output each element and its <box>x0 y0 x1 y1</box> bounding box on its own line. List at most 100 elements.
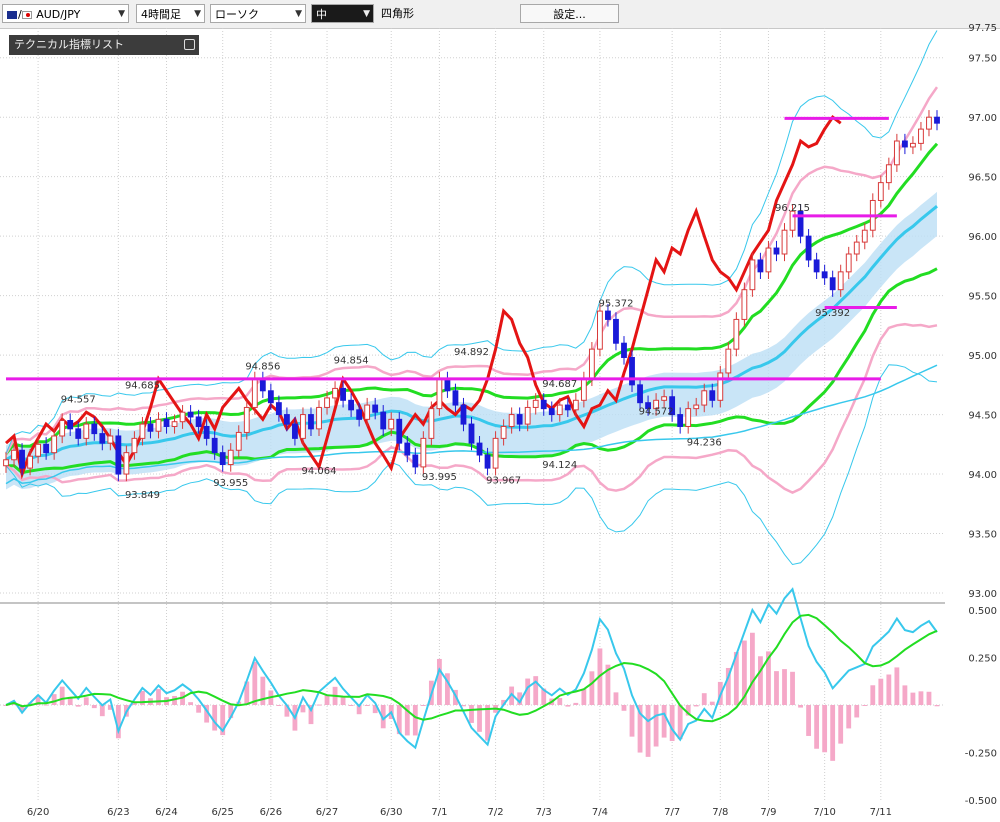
candle-body <box>211 437 218 454</box>
osc-histogram-bar <box>260 676 266 705</box>
candle-body <box>901 140 908 148</box>
candle-body <box>556 404 563 416</box>
osc-histogram-bar <box>364 705 370 706</box>
candle-body <box>195 416 202 427</box>
osc-histogram-bar <box>565 705 571 707</box>
osc-histogram-bar <box>573 702 579 705</box>
price-tick-label: 95.00 <box>968 351 997 362</box>
indicator-list-title: テクニカル指標リスト <box>14 38 124 51</box>
osc-histogram-bar <box>902 685 908 705</box>
candle-body <box>661 396 668 401</box>
candle-body <box>693 404 700 410</box>
osc-histogram-bar <box>621 705 627 711</box>
osc-histogram-bar <box>420 705 426 706</box>
horizontal-lines[interactable] <box>6 116 897 381</box>
candle-body <box>580 378 587 401</box>
candle-body <box>829 277 836 291</box>
indicator-list-panel[interactable]: テクニカル指標リスト <box>9 35 199 55</box>
price-label: 93.995 <box>422 472 457 483</box>
price-label: 95.392 <box>815 308 850 319</box>
price-axis: 97.50 97.00 96.50 96.00 95.50 95.00 94.50 94.00… <box>968 23 997 600</box>
osc-histogram-bar <box>653 705 659 747</box>
candle-body <box>781 229 788 255</box>
candle-body <box>564 404 571 411</box>
candle-body <box>428 408 435 439</box>
candle-body <box>332 387 338 399</box>
candle-body <box>348 399 355 411</box>
candle-body <box>364 404 371 420</box>
candle-body <box>548 408 555 416</box>
price-label: 94.064 <box>302 466 337 477</box>
osc-histogram-bar <box>43 704 49 706</box>
candle-body <box>115 435 122 475</box>
candle-body <box>893 140 900 166</box>
osc-histogram-bar <box>854 705 860 718</box>
candle-body <box>380 411 387 430</box>
osc-histogram-bar <box>629 705 635 737</box>
candle-body <box>845 253 852 273</box>
candle-body <box>155 418 162 432</box>
date-tick-label: 6/27 <box>316 807 338 818</box>
candle-body <box>131 437 138 454</box>
candle-body <box>412 454 419 468</box>
osc-histogram-bar <box>59 686 65 705</box>
candle-body <box>516 414 523 425</box>
date-axis: 6/20 6/23 6/24 6/25 6/26 6/27 6/30 7/1 7/2 7/3 7/4… <box>27 807 892 818</box>
osc-histogram-bar <box>557 698 563 705</box>
osc-histogram-bar <box>886 674 892 705</box>
candle-body <box>460 404 467 425</box>
price-tick-label: 93.50 <box>968 530 997 541</box>
price-tick-label: 94.50 <box>968 411 997 422</box>
osc-histogram-bar <box>790 671 795 705</box>
price-label: 94.685 <box>125 380 160 391</box>
candle-body <box>267 390 274 404</box>
candle-body <box>677 414 684 427</box>
candle-body <box>813 259 820 273</box>
candle-body <box>171 421 178 427</box>
candle-body <box>147 423 154 432</box>
osc-histogram-bar <box>814 705 820 749</box>
price-label: 94.892 <box>454 347 489 358</box>
osc-histogram-bar <box>212 705 218 731</box>
candle-body <box>316 406 322 430</box>
candle-body <box>283 414 290 425</box>
candle-body <box>572 399 579 411</box>
osc-histogram-bar <box>758 656 763 705</box>
price-label: 93.849 <box>125 490 160 501</box>
candle-body <box>524 406 531 425</box>
candle-body <box>733 318 740 350</box>
candle-body <box>805 235 812 261</box>
osc-histogram-bar <box>300 705 306 713</box>
price-label: 94.854 <box>334 355 369 366</box>
osc-tick-label: 0.500 <box>968 606 997 617</box>
candle-body <box>396 418 403 444</box>
candle-body <box>749 259 756 291</box>
band-upper-2 <box>4 86 939 455</box>
candle-body <box>637 384 643 404</box>
candle-body <box>11 449 17 461</box>
chart-canvas[interactable]: 94.557 94.685 94.856 94.854 94.892 94.687 95.3… <box>0 0 1000 822</box>
candle-body <box>837 271 844 291</box>
osc-histogram-bar <box>412 705 418 736</box>
candle-body <box>340 387 346 401</box>
osc-histogram-bar <box>910 692 916 705</box>
candle-body <box>235 431 242 451</box>
candle-body <box>492 437 499 469</box>
osc-histogram-bar <box>589 671 595 705</box>
candle-body <box>444 378 451 392</box>
candle-body <box>918 128 924 144</box>
osc-histogram-bar <box>838 705 844 744</box>
osc-histogram-bar <box>782 669 787 705</box>
osc-histogram-bar <box>926 691 932 705</box>
candle-body <box>292 423 298 439</box>
price-label: 95.372 <box>598 298 633 309</box>
candle-body <box>468 423 475 444</box>
minimize-icon[interactable] <box>184 39 195 50</box>
candle-body <box>853 241 860 255</box>
osc-histogram-bar <box>830 705 836 761</box>
date-tick-label: 7/3 <box>536 807 552 818</box>
osc-tick-label: 0.250 <box>968 654 997 665</box>
candle-body <box>757 259 764 273</box>
candle-body <box>91 423 98 435</box>
candle-body <box>500 425 507 439</box>
